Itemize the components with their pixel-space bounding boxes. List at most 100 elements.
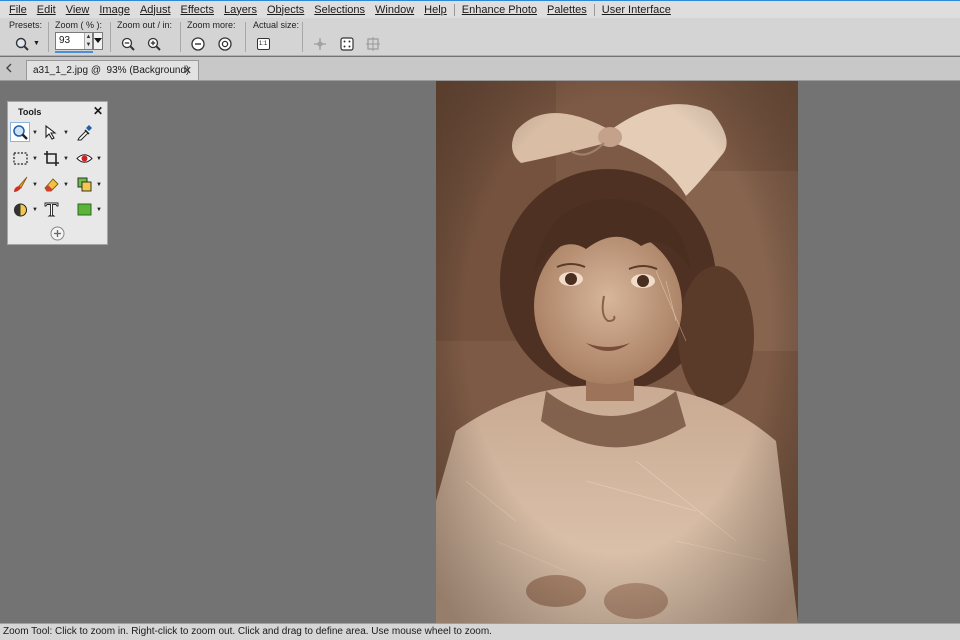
tool-dropdown-icon[interactable]: ▼ (63, 130, 69, 136)
shape-tool-button[interactable] (74, 199, 94, 219)
selection-tool-icon (12, 151, 28, 165)
fit-selection-icon (366, 37, 380, 51)
menu-separator (453, 3, 455, 16)
fit-window-icon (340, 37, 354, 51)
tool-dropdown-icon[interactable]: ▼ (63, 182, 69, 188)
zoom-in-icon (147, 37, 161, 51)
chevron-left-icon (6, 63, 12, 73)
add-tool-icon (50, 226, 64, 240)
dropper-tool-button[interactable] (74, 122, 94, 142)
close-icon[interactable]: ✕ (93, 104, 103, 118)
vintage-portrait-illustration (436, 81, 798, 623)
tool-dropdown-icon[interactable]: ▼ (96, 207, 102, 213)
eraser-tool-button[interactable] (41, 174, 61, 194)
document-tab-title: a31_1_2.jpg @ 93% (Background) (33, 65, 190, 76)
pan-crosshair-icon (314, 38, 326, 50)
pan-center-button[interactable] (311, 35, 329, 53)
menu-effects[interactable]: Effects (176, 2, 219, 18)
zoom-more-in-icon (218, 37, 232, 51)
actual-size-label: Actual size: (253, 20, 300, 30)
tool-dropdown-icon[interactable]: ▼ (96, 182, 102, 188)
menu-adjust[interactable]: Adjust (135, 2, 176, 18)
zoom-out-icon (121, 37, 135, 51)
spin-up-icon[interactable]: ▲ (86, 34, 92, 40)
text-tool-button[interactable] (41, 199, 61, 219)
chevron-down-icon (94, 38, 102, 43)
tool-dropdown-icon[interactable]: ▼ (32, 156, 38, 162)
clone-tool-icon (77, 177, 91, 191)
tool-dropdown-icon[interactable]: ▼ (32, 207, 38, 213)
red-eye-tool-button[interactable] (74, 148, 94, 168)
tool-dropdown-icon[interactable]: ▼ (32, 182, 38, 188)
zoom-spinner[interactable]: ▲ ▼ (84, 33, 92, 49)
menu-user-interface[interactable]: User Interface (597, 2, 676, 18)
zoom-in-button[interactable] (145, 35, 163, 53)
text-tool-icon (44, 202, 58, 216)
zoom-tool-button[interactable] (10, 122, 30, 142)
zoom-tool-icon (12, 124, 28, 140)
shape-tool-icon (77, 203, 91, 215)
status-bar: Zoom Tool: Click to zoom in. Right-click… (0, 623, 960, 640)
menu-separator (593, 3, 595, 16)
zoom-out-in-group: Zoom out / in: (117, 20, 177, 54)
menu-view[interactable]: View (61, 2, 95, 18)
zoom-input-focus-bar (55, 51, 93, 53)
menu-selections[interactable]: Selections (309, 2, 370, 18)
photo-image[interactable] (436, 81, 798, 623)
menu-layers[interactable]: Layers (219, 2, 262, 18)
toolbar-separator (180, 22, 181, 52)
pick-tool-icon (44, 124, 57, 140)
menu-enhance-photo[interactable]: Enhance Photo (457, 2, 542, 18)
red-eye-tool-icon (75, 153, 93, 163)
toolbar-separator (302, 22, 303, 52)
menu-bar: File Edit View Image Adjust Effects Laye… (0, 0, 960, 18)
zoom-more-in-button[interactable] (216, 35, 234, 53)
spin-down-icon[interactable]: ▼ (86, 42, 92, 48)
tool-dropdown-icon[interactable]: ▼ (63, 156, 69, 162)
paint-brush-tool-icon (13, 176, 27, 192)
pick-tool-button[interactable] (41, 122, 61, 142)
zoom-more-out-icon (191, 37, 205, 51)
tab-scroll-left-button[interactable] (3, 61, 15, 75)
menu-palettes[interactable]: Palettes (542, 2, 592, 18)
zoom-dropdown-button[interactable] (93, 32, 103, 50)
zoom-more-group: Zoom more: (187, 20, 242, 54)
actual-size-button[interactable]: 1:1 (254, 35, 272, 53)
toolbar-separator (245, 22, 246, 52)
menu-file[interactable]: File (4, 2, 32, 18)
menu-image[interactable]: Image (94, 2, 135, 18)
dodge-tool-button[interactable] (10, 199, 30, 219)
dropper-tool-icon (76, 124, 92, 140)
add-tool-button[interactable] (48, 224, 66, 242)
tool-dropdown-icon[interactable]: ▼ (96, 156, 102, 162)
zoom-out-in-label: Zoom out / in: (117, 20, 173, 30)
toolbar-separator (110, 22, 111, 52)
image-canvas[interactable] (0, 81, 960, 623)
selection-tool-button[interactable] (10, 148, 30, 168)
zoom-percent-label: Zoom ( % ): (55, 20, 103, 30)
tools-palette-title: Tools (18, 107, 42, 117)
actual-size-group: Actual size: 1:1 (253, 20, 303, 54)
clone-tool-button[interactable] (74, 174, 94, 194)
close-icon[interactable]: ✕ (183, 64, 192, 77)
zoom-out-button[interactable] (119, 35, 137, 53)
document-tab-bar: a31_1_2.jpg @ 93% (Background) ✕ (0, 57, 960, 81)
tool-options-bar: Presets: ▼ Zoom ( % ): 93 ▲ ▼ Zoom out / … (0, 18, 960, 56)
menu-edit[interactable]: Edit (32, 2, 61, 18)
menu-window[interactable]: Window (370, 2, 419, 18)
fit-to-window-button[interactable] (338, 35, 356, 53)
tool-dropdown-icon[interactable]: ▼ (32, 130, 38, 136)
dodge-tool-icon (13, 203, 27, 216)
actual-size-icon: 1:1 (256, 38, 270, 50)
menu-objects[interactable]: Objects (262, 2, 309, 18)
zoom-more-label: Zoom more: (187, 20, 236, 30)
tools-palette[interactable]: Tools ✕ ▼ ▼ ▼ ▼ ▼ ▼ ▼ ▼ ▼ ▼ (7, 101, 108, 245)
zoom-more-out-button[interactable] (189, 35, 207, 53)
crop-tool-icon (43, 150, 59, 166)
document-tab[interactable]: a31_1_2.jpg @ 93% (Background) ✕ (26, 60, 199, 80)
paint-brush-tool-button[interactable] (10, 174, 30, 194)
menu-help[interactable]: Help (419, 2, 452, 18)
fit-selection-button[interactable] (364, 35, 382, 53)
eraser-tool-icon (43, 177, 59, 191)
crop-tool-button[interactable] (41, 148, 61, 168)
